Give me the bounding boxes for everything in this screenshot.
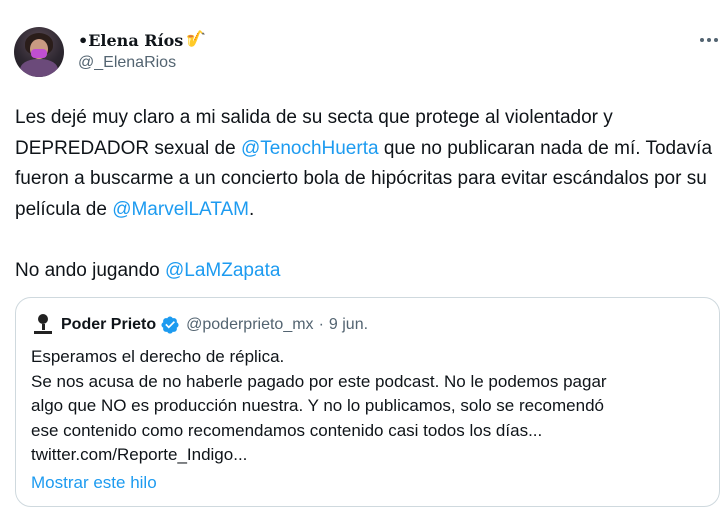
more-options-button[interactable] [692, 30, 726, 50]
tweet-text: Les dejé muy claro a mi salida de su sec… [15, 103, 725, 286]
quoted-author-name[interactable]: Poder Prieto [61, 316, 156, 334]
microphone-logo-icon[interactable] [32, 314, 54, 336]
quoted-text-line: ese contenido como recomendamos contenid… [31, 420, 543, 440]
quoted-author-handle[interactable]: @poderprieto_mx [186, 316, 313, 334]
saxophone-emoji-icon: 🎷 [186, 31, 207, 48]
quoted-text-line: Se nos acusa de no haberle pagado por es… [31, 371, 607, 391]
author-info: •Elena Ríos 🎷 @_ElenaRios [78, 29, 206, 72]
quoted-tweet-date[interactable]: 9 jun. [329, 316, 368, 334]
show-thread-link[interactable]: Mostrar este hilo [31, 473, 157, 493]
mention-link-marvellatam[interactable]: @MarvelLATAM [112, 199, 249, 220]
more-options-icon [700, 38, 704, 42]
mention-link-tenochhuerta[interactable]: @TenochHuerta [241, 138, 379, 159]
quoted-tweet-card[interactable]: Poder Prieto @poderprieto_mx · 9 jun. Es… [15, 297, 720, 507]
author-avatar[interactable] [14, 27, 64, 77]
author-display-name[interactable]: •Elena Ríos [78, 31, 183, 50]
verified-badge-icon [161, 316, 179, 334]
quoted-text-line: twitter.com/Reporte_Indigo... [31, 445, 248, 464]
tweet: •Elena Ríos 🎷 @_ElenaRios Les dejé muy c… [0, 0, 727, 521]
quoted-text-line: algo que NO es producción nuestra. Y no … [31, 396, 604, 415]
mention-link-lamzapata[interactable]: @LaMZapata [165, 260, 280, 281]
quoted-text-line: Esperamos el derecho de réplica. [31, 347, 285, 366]
quoted-tweet-text: Esperamos el derecho de réplica. Se nos … [31, 345, 711, 468]
author-handle[interactable]: @_ElenaRios [78, 54, 206, 72]
quoted-tweet-header: Poder Prieto @poderprieto_mx · 9 jun. [61, 315, 368, 335]
separator-dot: · [318, 316, 324, 333]
